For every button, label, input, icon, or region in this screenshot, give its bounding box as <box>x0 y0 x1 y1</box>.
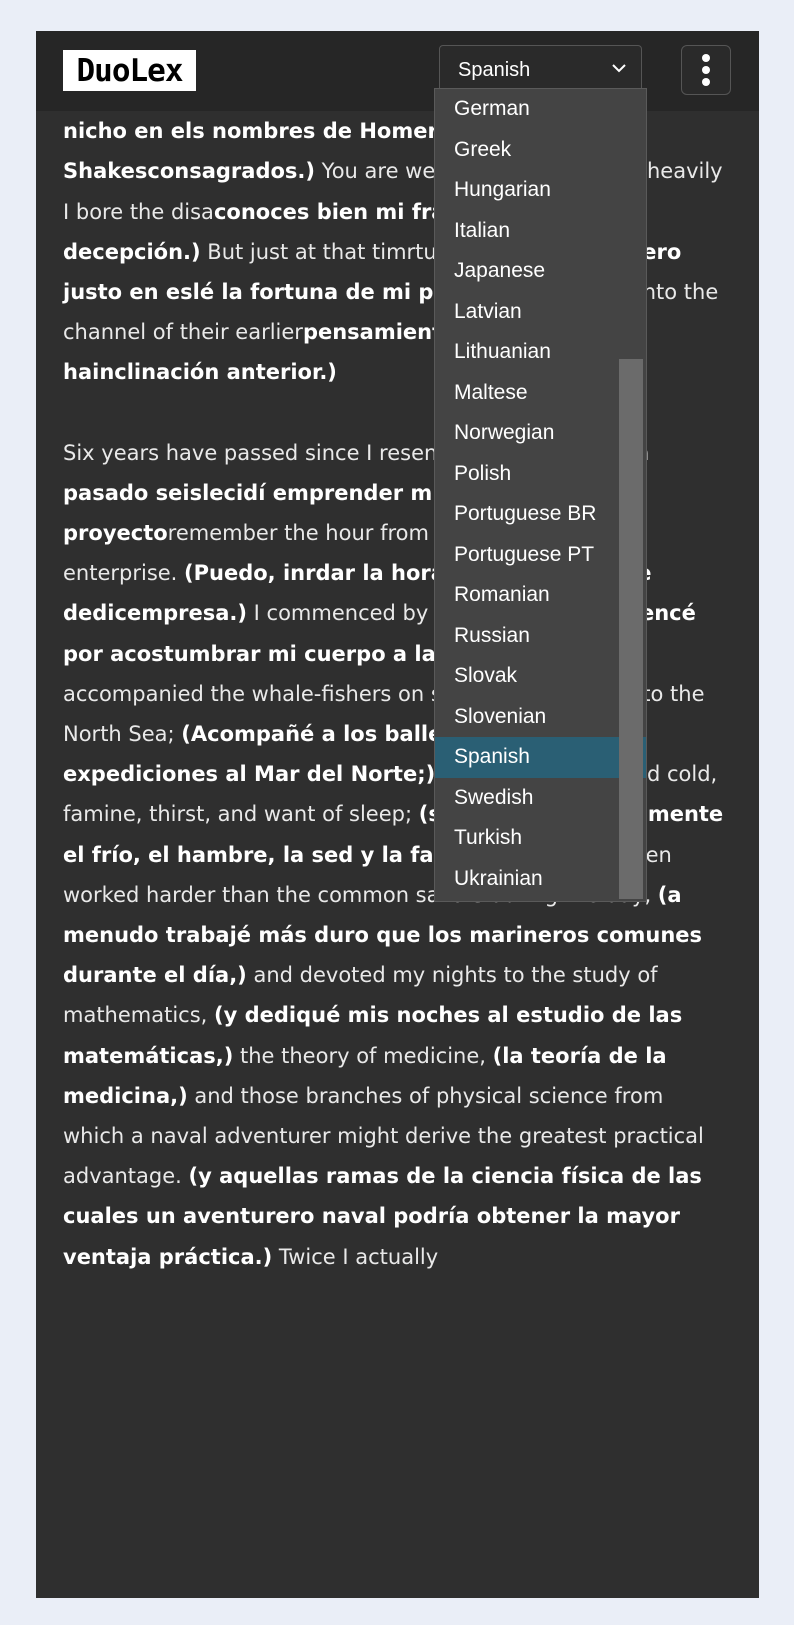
language-option[interactable]: Portuguese BR <box>435 494 646 535</box>
translation-text: (Puedo, in <box>184 561 306 586</box>
duolex-logo[interactable]: DuoLex <box>63 50 196 91</box>
source-text: Six years have passed since I res <box>63 440 412 465</box>
translation-text: consagrados.) <box>147 159 315 184</box>
language-select-value: Spanish <box>458 59 531 81</box>
language-option[interactable]: Spanish <box>435 737 646 778</box>
language-option[interactable]: Italian <box>435 211 646 252</box>
kebab-dot <box>702 78 710 86</box>
language-option[interactable]: Japanese <box>435 251 646 292</box>
source-text: the theory of medicine, <box>233 1043 493 1068</box>
translation-text: inclinación anterior.) <box>92 360 337 385</box>
language-option[interactable]: Ukrainian <box>435 859 646 900</box>
top-bar: DuoLex Spanish <box>36 31 759 111</box>
language-option[interactable]: Slovak <box>435 656 646 697</box>
kebab-menu-icon <box>702 54 710 62</box>
language-option[interactable]: German <box>435 89 646 130</box>
language-option[interactable]: Maltese <box>435 373 646 414</box>
language-option[interactable]: Swedish <box>435 778 646 819</box>
language-option[interactable]: Polish <box>435 454 646 495</box>
kebab-dot <box>702 66 710 74</box>
chevron-down-icon <box>612 64 626 73</box>
language-option[interactable]: Romanian <box>435 575 646 616</box>
more-options-button[interactable] <box>681 45 731 95</box>
dropdown-scrollbar[interactable] <box>619 359 643 899</box>
source-text: Twice I actually <box>272 1244 439 1269</box>
language-option[interactable]: Portuguese PT <box>435 535 646 576</box>
source-text: But just at that tim <box>200 239 407 264</box>
app-window: Shakespeare are consecrated. (ipién podr… <box>36 31 759 1598</box>
language-option[interactable]: Turkish <box>435 818 646 859</box>
translation-text: empresa.) <box>126 601 247 626</box>
language-option[interactable]: Hungarian <box>435 170 646 211</box>
language-option[interactable]: Latvian <box>435 292 646 333</box>
language-option[interactable]: Russian <box>435 616 646 657</box>
language-option[interactable]: Greek <box>435 130 646 171</box>
language-option[interactable]: Slovenian <box>435 697 646 738</box>
language-dropdown-list[interactable]: German Greek Hungarian Italian Japanese Latvi… <box>434 88 647 902</box>
language-option[interactable]: Lithuanian <box>435 332 646 373</box>
language-option[interactable]: Norwegian <box>435 413 646 454</box>
